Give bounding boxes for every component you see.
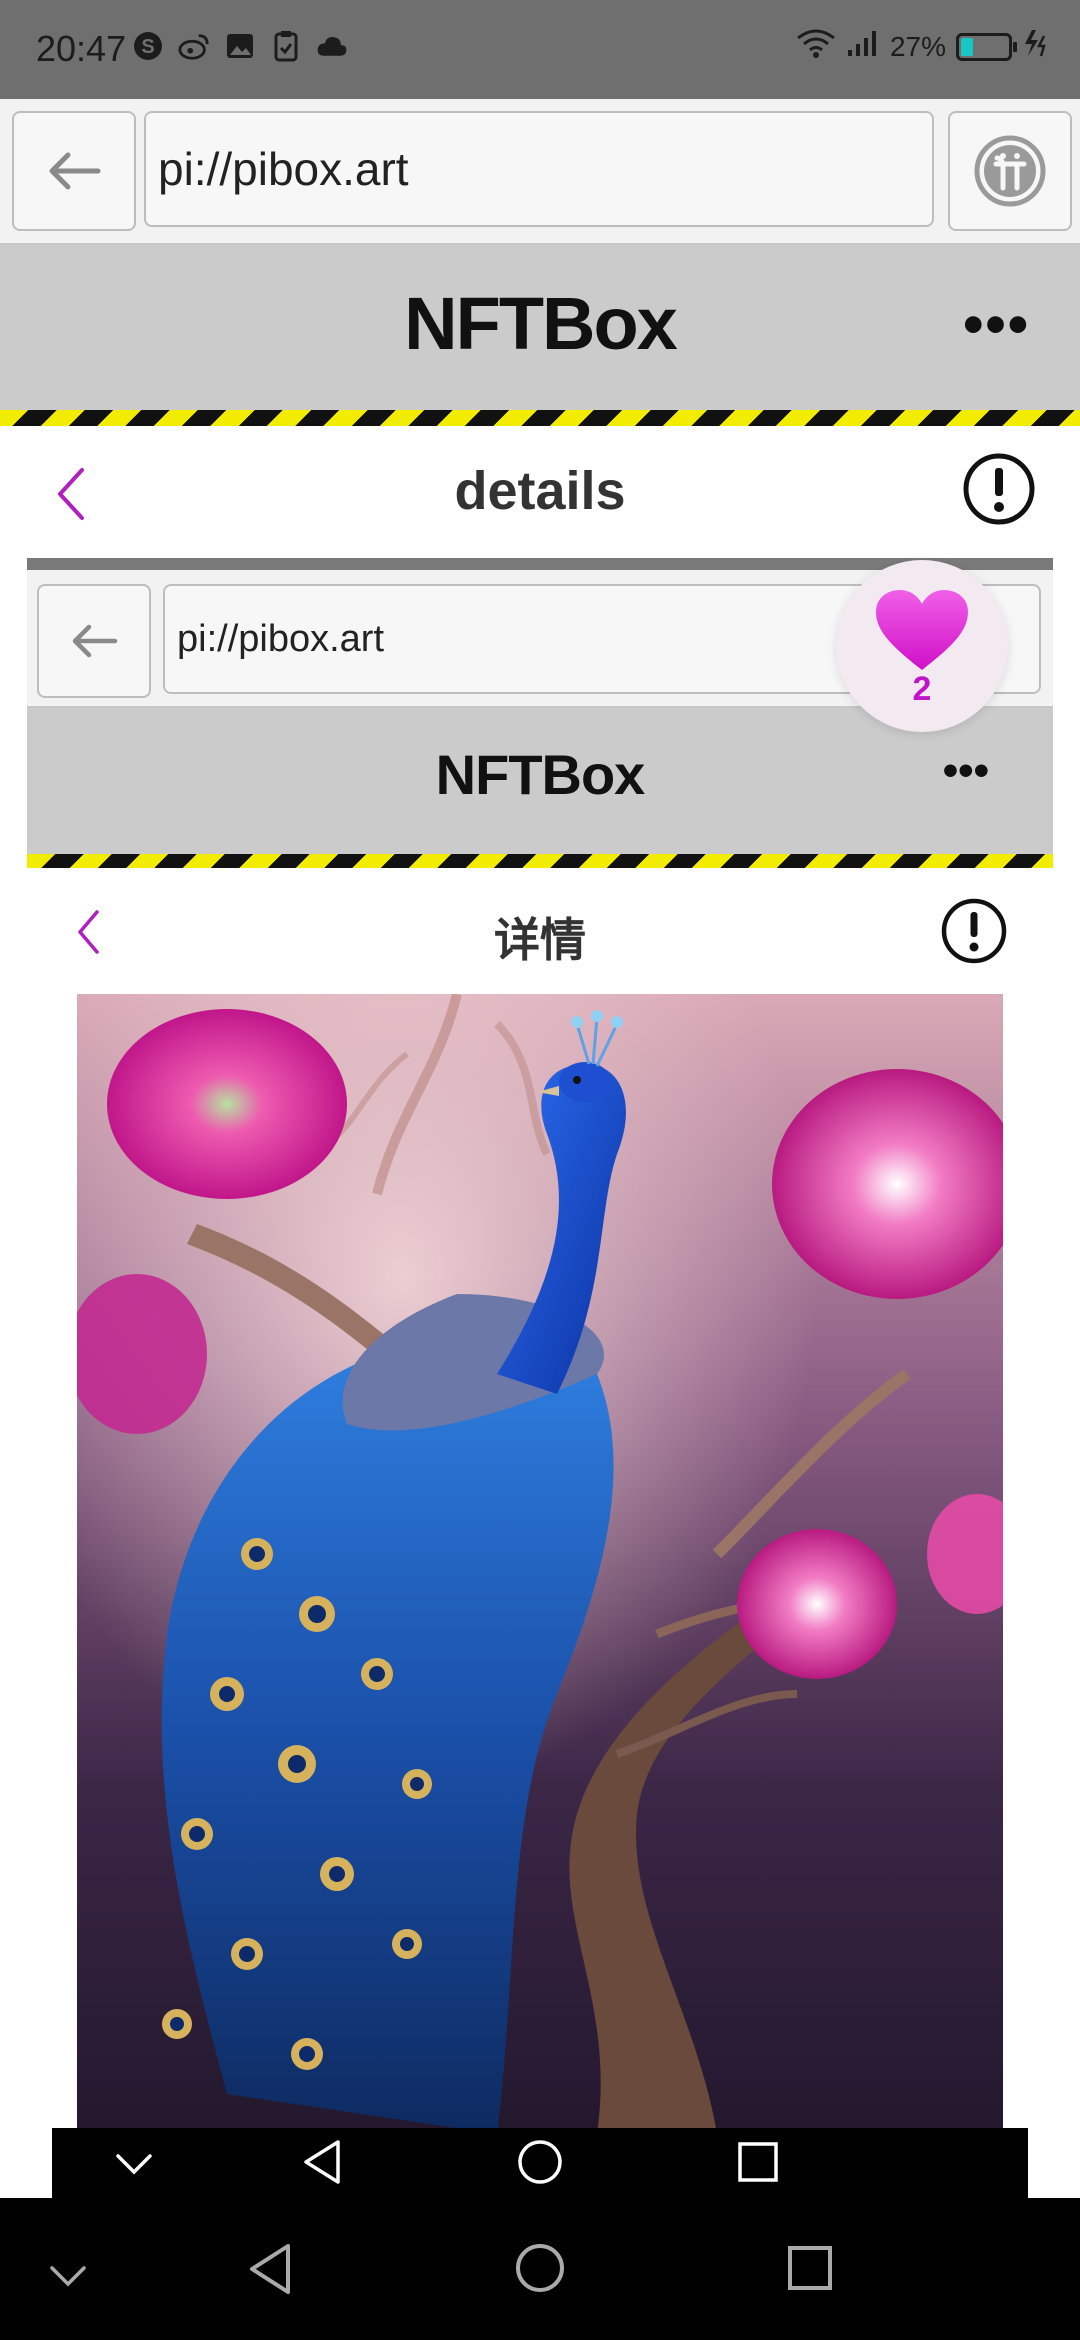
like-button[interactable]: 2	[836, 560, 1008, 732]
like-count: 2	[912, 670, 932, 708]
signal-icon	[846, 28, 880, 65]
back-triangle-icon	[304, 2140, 340, 2184]
arrow-left-icon	[72, 624, 118, 658]
inner-info-icon	[941, 898, 1007, 964]
status-right: 27%	[796, 28, 1052, 65]
inner-hazard-stripe	[27, 854, 1053, 868]
peacock-illustration	[77, 994, 1003, 2134]
nft-artwork-image[interactable]	[77, 994, 1003, 2134]
nav-back-icon[interactable]	[246, 2242, 294, 2296]
app-title: NFTBox	[404, 282, 678, 365]
s-circle-icon: S	[132, 30, 164, 62]
status-left-icons: S	[132, 30, 348, 62]
weibo-icon	[178, 30, 210, 62]
browser-back-button[interactable]	[12, 111, 136, 231]
info-icon[interactable]	[962, 452, 1036, 526]
chevron-down-icon	[116, 2154, 152, 2175]
home-circle-icon	[518, 2140, 562, 2184]
nav-recents-icon[interactable]	[786, 2244, 834, 2292]
battery-percent: 27%	[889, 30, 946, 62]
wifi-icon	[796, 28, 836, 65]
browser-bar: pi://pibox.art	[0, 99, 1080, 245]
status-bar: 20:47 S 27%	[0, 0, 1080, 99]
status-time: 20:47	[36, 28, 127, 69]
inner-more-menu: •••	[942, 746, 989, 795]
pi-network-icon	[974, 135, 1046, 207]
chevron-down-icon[interactable]	[48, 2262, 88, 2290]
battery-fill	[961, 37, 973, 56]
svg-text:S: S	[141, 36, 154, 58]
hazard-stripe	[0, 410, 1080, 426]
inner-detail-title: 详情	[494, 914, 586, 966]
inner-nav-bar	[52, 2128, 1028, 2200]
battery-icon	[956, 32, 1017, 61]
inner-detail-header: 详情	[27, 868, 1053, 994]
inner-app-header: NFTBox •••	[27, 708, 1053, 854]
arrow-left-icon	[49, 152, 101, 190]
pi-browser-button[interactable]	[948, 111, 1072, 231]
heart-icon	[876, 590, 968, 670]
cloud-icon	[316, 30, 348, 62]
detail-title: details	[454, 461, 626, 521]
detail-header: details	[0, 426, 1080, 552]
system-nav-bar	[0, 2198, 1080, 2340]
recents-square-icon	[738, 2142, 778, 2182]
image-icon	[224, 30, 256, 62]
browser-url-field[interactable]: pi://pibox.art	[144, 111, 934, 227]
inner-back-button	[37, 584, 151, 698]
charging-icon	[1022, 28, 1052, 65]
clipboard-icon	[270, 30, 302, 62]
nav-home-icon[interactable]	[514, 2242, 566, 2294]
more-menu-button[interactable]: •••	[963, 296, 1030, 354]
app-header: NFTBox •••	[0, 245, 1080, 410]
inner-app-title: NFTBox	[435, 743, 646, 806]
